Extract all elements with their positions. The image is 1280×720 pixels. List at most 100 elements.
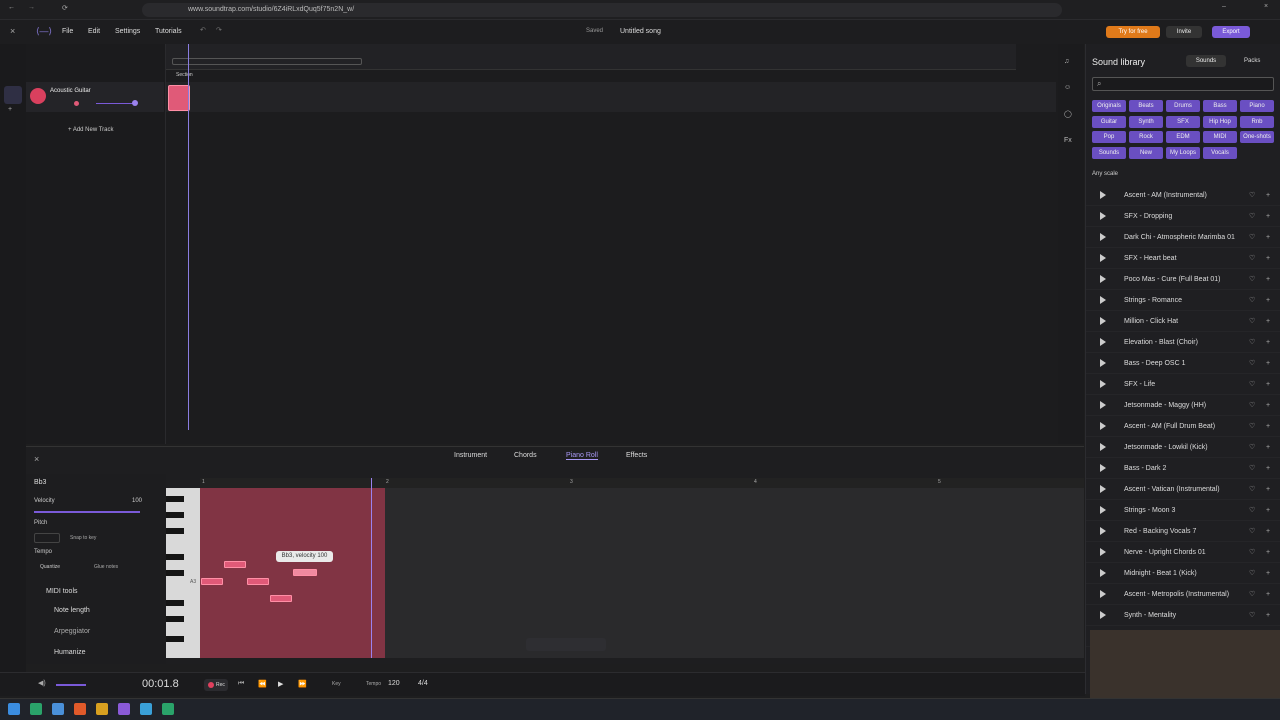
add-icon[interactable]: + (1266, 276, 1270, 283)
humanize-tool[interactable]: Humanize (54, 649, 86, 656)
library-item[interactable]: SFX - Dropping ♡ + (1086, 206, 1280, 227)
heart-icon[interactable]: ♡ (1249, 485, 1255, 493)
play-icon[interactable] (1100, 380, 1106, 388)
add-icon[interactable]: + (1266, 381, 1270, 388)
library-item[interactable]: Strings - Moon 3 ♡ + (1086, 500, 1280, 521)
play-icon[interactable]: ▶ (278, 680, 283, 688)
library-item[interactable]: Bass - Dark 2 ♡ + (1086, 458, 1280, 479)
sounds-tab[interactable]: Sounds (1186, 55, 1226, 67)
heart-icon[interactable]: ♡ (1249, 590, 1255, 598)
filter-chip[interactable]: MIDI (1203, 131, 1237, 143)
library-item[interactable]: Jetsonmade - Lowkil (Kick) ♡ + (1086, 437, 1280, 458)
heart-icon[interactable]: ♡ (1249, 401, 1255, 409)
black-key[interactable] (166, 528, 184, 534)
reload-icon[interactable]: ⟳ (62, 4, 68, 12)
library-item[interactable]: Synth - Mentality ♡ + (1086, 605, 1280, 626)
tab-chords[interactable]: Chords (514, 452, 537, 459)
tab-instrument[interactable]: Instrument (454, 452, 487, 459)
midi-note[interactable] (224, 561, 246, 568)
url-bar[interactable]: www.soundtrap.com/studio/6Z4iRLxdQuq5f75… (142, 3, 1062, 17)
library-item[interactable]: Million - Click Hat ♡ + (1086, 311, 1280, 332)
heart-icon[interactable]: ♡ (1249, 275, 1255, 283)
back-icon[interactable]: ← (8, 4, 15, 11)
play-icon[interactable] (1100, 527, 1106, 535)
play-icon[interactable] (1100, 317, 1106, 325)
library-item[interactable]: Bass - Deep OSC 1 ♡ + (1086, 353, 1280, 374)
heart-icon[interactable]: ♡ (1249, 422, 1255, 430)
filter-chip[interactable]: EDM (1166, 131, 1200, 143)
mixer-icon[interactable] (4, 86, 22, 104)
play-icon[interactable] (1100, 359, 1106, 367)
filter-chip[interactable]: Vocals (1203, 146, 1237, 159)
heart-icon[interactable]: ♡ (1249, 548, 1255, 556)
heart-icon[interactable]: ♡ (1249, 380, 1255, 388)
play-icon[interactable] (1100, 443, 1106, 451)
song-title[interactable]: Untitled song (620, 28, 661, 35)
app-icon[interactable] (140, 703, 152, 715)
filter-chip[interactable]: Beats (1129, 100, 1163, 112)
close-icon[interactable]: × (10, 26, 15, 36)
library-item[interactable]: Dark Chi - Atmospheric Marimba 01 ♡ + (1086, 227, 1280, 248)
app-icon[interactable] (74, 703, 86, 715)
close-editor-icon[interactable]: × (34, 454, 39, 464)
app-icon[interactable] (162, 703, 174, 715)
filter-chip[interactable]: Rock (1129, 131, 1163, 143)
loop-region[interactable] (172, 58, 362, 65)
library-item[interactable]: SFX - Heart beat ♡ + (1086, 248, 1280, 269)
add-icon[interactable]: + (1266, 297, 1270, 304)
invite-button[interactable]: Invite (1166, 26, 1202, 38)
black-key[interactable] (166, 570, 184, 576)
volume-slider[interactable] (96, 103, 136, 104)
play-icon[interactable] (1100, 590, 1106, 598)
editor-playhead[interactable] (371, 478, 372, 658)
time-signature[interactable]: 4/4 (418, 680, 428, 687)
section-label[interactable]: Section (176, 72, 193, 78)
pitch-stepper[interactable] (34, 533, 60, 543)
app-icon[interactable] (30, 703, 42, 715)
midi-note[interactable] (247, 578, 269, 585)
library-item[interactable]: Elevation - Blast (Choir) ♡ + (1086, 332, 1280, 353)
black-key[interactable] (166, 636, 184, 642)
filter-chip[interactable]: Synth (1129, 115, 1163, 128)
redo-icon[interactable]: ↷ (216, 26, 222, 34)
play-icon[interactable] (1100, 464, 1106, 472)
library-item[interactable]: Ascent - AM (Full Drum Beat) ♡ + (1086, 416, 1280, 437)
add-icon[interactable]: + (1266, 339, 1270, 346)
close-window-icon[interactable]: × (1264, 3, 1268, 10)
library-item[interactable]: SFX - Life ♡ + (1086, 374, 1280, 395)
filter-chip[interactable]: Drums (1166, 100, 1200, 112)
play-icon[interactable] (1100, 548, 1106, 556)
add-icon[interactable]: + (1266, 213, 1270, 220)
try-free-button[interactable]: Try for free (1106, 26, 1160, 38)
play-icon[interactable] (1100, 212, 1106, 220)
track-lane[interactable] (166, 82, 1056, 112)
minimize-icon[interactable]: – (1222, 3, 1226, 10)
filter-chip[interactable]: Hip Hop (1203, 115, 1237, 128)
filter-chip[interactable]: SFX (1166, 115, 1200, 128)
play-icon[interactable] (1100, 506, 1106, 514)
add-track-button[interactable]: + Add New Track (68, 127, 114, 133)
heart-icon[interactable]: ♡ (1249, 359, 1255, 367)
people-icon[interactable]: ☺ (1064, 84, 1071, 91)
filter-chip[interactable]: Guitar (1092, 115, 1126, 128)
add-icon[interactable]: + (1266, 570, 1270, 577)
heart-icon[interactable]: ♡ (1249, 464, 1255, 472)
chat-icon[interactable]: ◯ (1064, 110, 1072, 118)
forward-icon[interactable]: → (28, 4, 35, 11)
fx-icon[interactable]: Fx (1064, 137, 1072, 144)
heart-icon[interactable]: ♡ (1249, 233, 1255, 241)
rec-button[interactable]: Rec (204, 679, 228, 691)
heart-icon[interactable]: ♡ (1249, 506, 1255, 514)
master-volume-slider[interactable] (56, 684, 86, 686)
export-button[interactable]: Export (1212, 26, 1250, 38)
glue-notes-button[interactable]: Glue notes (94, 564, 118, 570)
add-icon[interactable]: + (1266, 444, 1270, 451)
back-skip-icon[interactable]: ⏪ (258, 680, 267, 688)
app-icon[interactable] (118, 703, 130, 715)
app-icon[interactable] (52, 703, 64, 715)
heart-icon[interactable]: ♡ (1249, 254, 1255, 262)
track-row[interactable]: Acoustic Guitar (26, 82, 164, 112)
black-key[interactable] (166, 554, 184, 560)
track-name[interactable]: Acoustic Guitar (50, 88, 91, 94)
add-icon[interactable]: + (1266, 318, 1270, 325)
